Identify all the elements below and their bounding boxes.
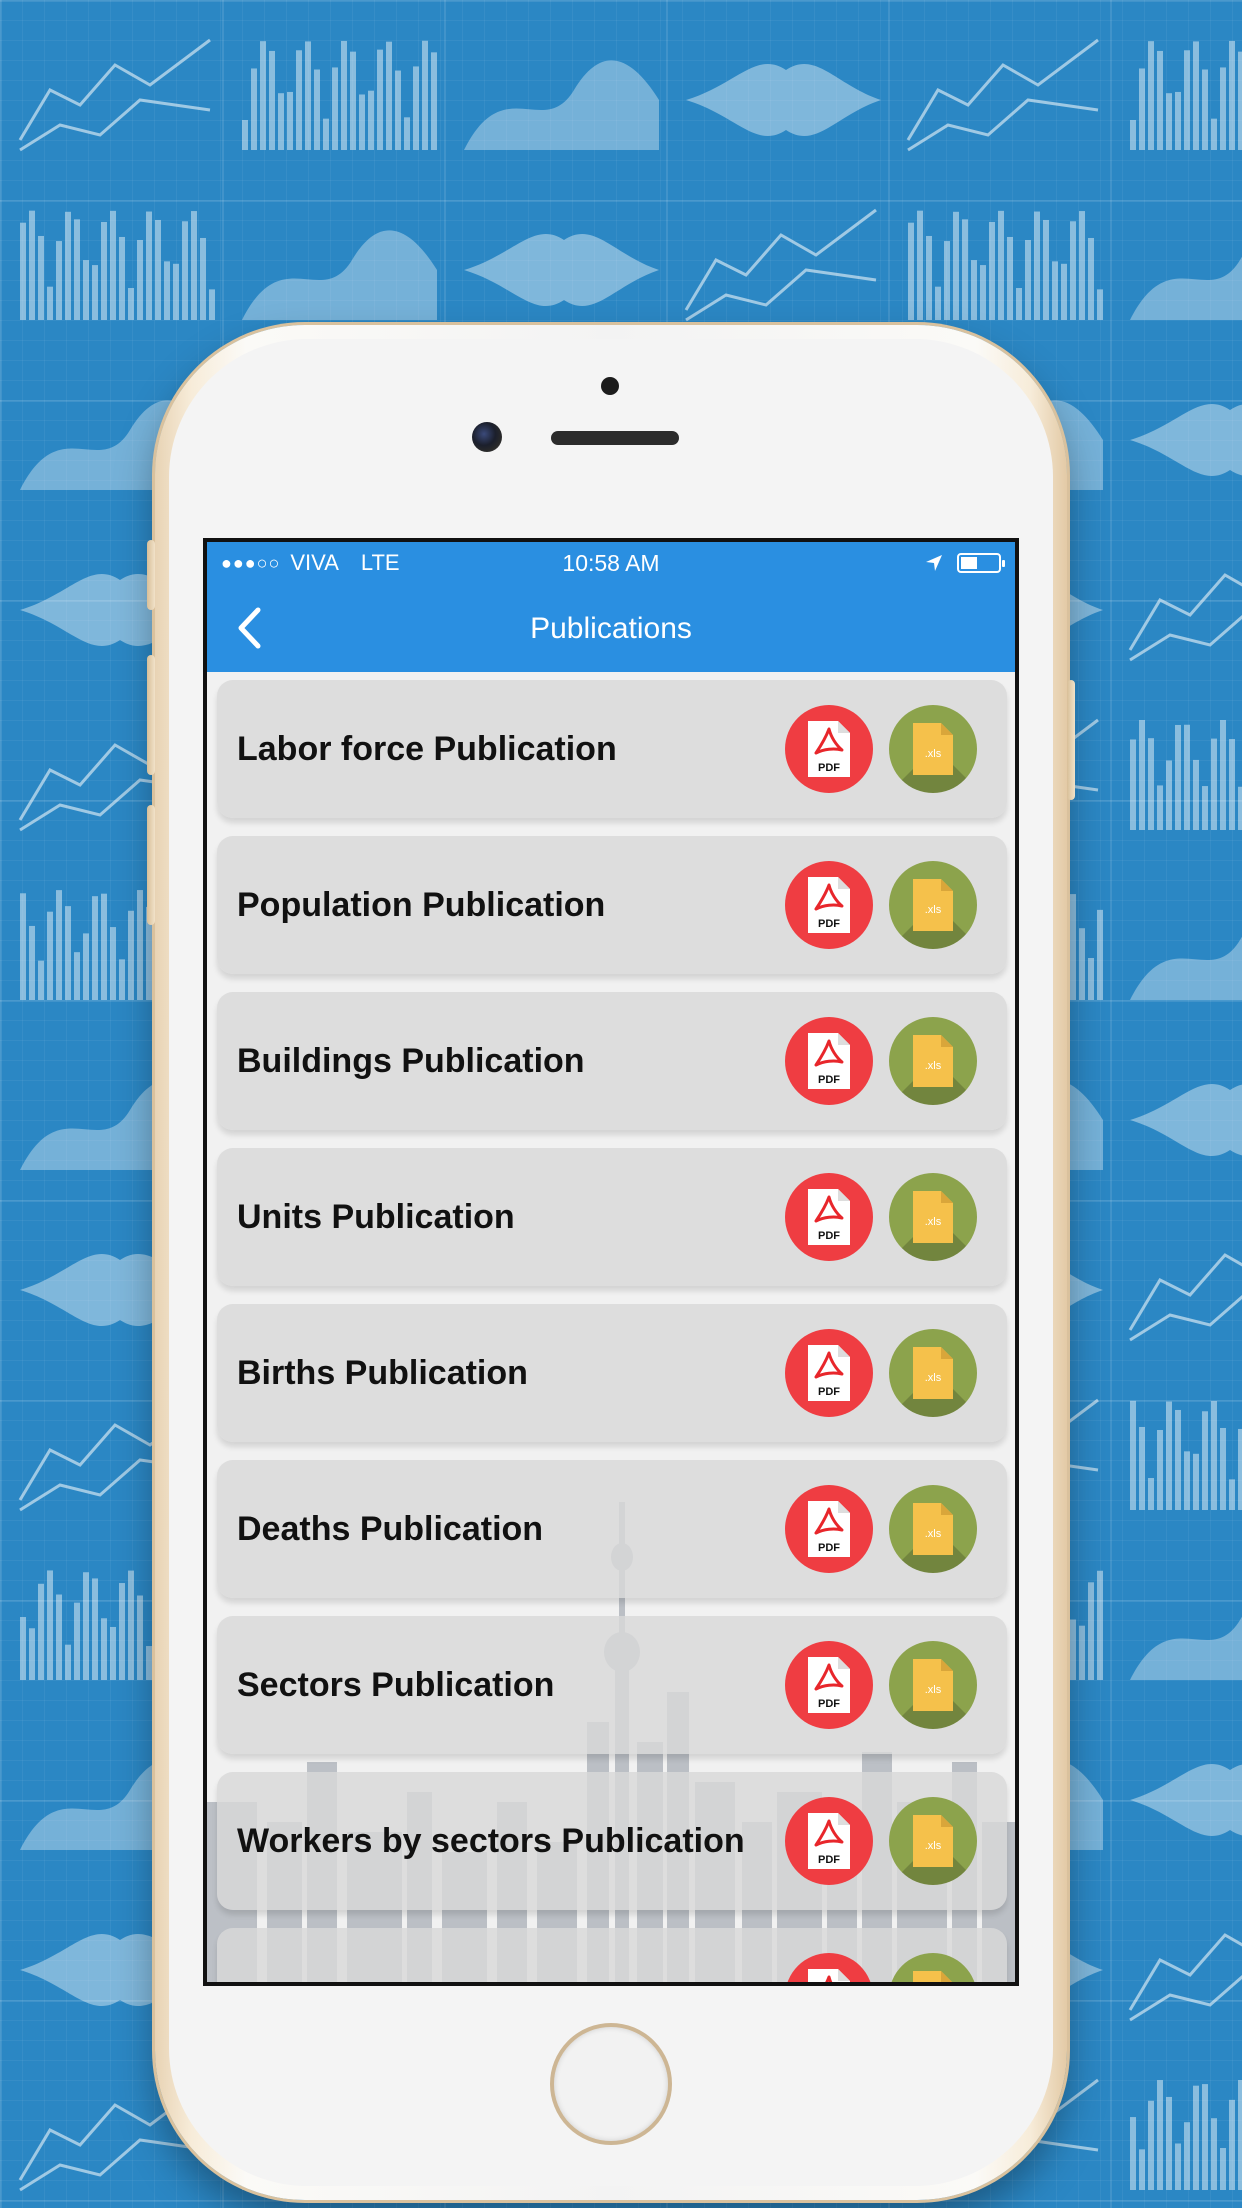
xls-download-button[interactable]: .xls	[889, 861, 977, 949]
status-bar: ●●●○○ VIVA LTE 10:58 AM	[207, 542, 1015, 584]
xls-download-button[interactable]: .xls	[889, 1797, 977, 1885]
pdf-download-button[interactable]: PDF	[785, 1953, 873, 1982]
pdf-download-button[interactable]: PDF	[785, 861, 873, 949]
publication-row[interactable]: Marital Status Publication - PDF .xls	[217, 1928, 1007, 1982]
xls-icon: .xls	[913, 1659, 953, 1711]
publication-row[interactable]: Deaths Publication PDF .xls	[217, 1460, 1007, 1598]
xls-icon: .xls	[913, 1971, 952, 1982]
location-arrow-icon	[926, 555, 942, 571]
publication-row[interactable]: Sectors Publication PDF .xls	[217, 1616, 1007, 1754]
pdf-download-button[interactable]: PDF	[785, 1641, 873, 1729]
publication-row[interactable]: Labor force Publication PDF .xls	[217, 680, 1007, 818]
xls-icon: .xls	[913, 1035, 953, 1087]
pdf-icon: PDF	[808, 1501, 850, 1557]
mute-switch	[147, 540, 155, 610]
xls-icon: .xls	[913, 1347, 953, 1399]
pdf-icon: PDF	[808, 1189, 850, 1245]
xls-icon: .xls	[913, 1815, 953, 1867]
publication-row[interactable]: Workers by sectors Publication PDF .xls	[217, 1772, 1007, 1910]
pdf-download-button[interactable]: PDF	[785, 1797, 873, 1885]
pdf-label: PDF	[818, 1230, 840, 1242]
home-button[interactable]	[550, 2023, 672, 2145]
pdf-label: PDF	[818, 1074, 840, 1086]
xls-label: .xls	[925, 1840, 942, 1852]
pdf-label: PDF	[818, 918, 840, 930]
earpiece-speaker	[551, 431, 679, 445]
phone-screen: ●●●○○ VIVA LTE 10:58 AM Publications Lab…	[203, 538, 1019, 1986]
pdf-icon: PDF	[808, 1969, 850, 1982]
pdf-icon: PDF	[808, 721, 850, 777]
xls-icon: .xls	[913, 723, 953, 775]
xls-download-button[interactable]: .xls	[889, 1485, 977, 1573]
publication-title: Population Publication	[237, 886, 606, 924]
pdf-download-button[interactable]: PDF	[785, 1173, 873, 1261]
publication-title: Units Publication	[237, 1198, 515, 1236]
publications-list[interactable]: Labor force Publication PDF .xls Population…	[207, 672, 1015, 1982]
publication-title: Buildings Publication	[237, 1042, 585, 1080]
pdf-icon: PDF	[808, 1657, 850, 1713]
xls-label: .xls	[925, 1528, 942, 1540]
page-title: Publications	[530, 612, 692, 645]
app-screen: ●●●○○ VIVA LTE 10:58 AM Publications Lab…	[207, 542, 1015, 1982]
publication-title: Marital Status Publication -	[237, 1977, 777, 1982]
navigation-bar: Publications	[207, 584, 1015, 672]
xls-download-button[interactable]: .xls	[889, 1953, 977, 1982]
publication-row[interactable]: Births Publication PDF .xls	[217, 1304, 1007, 1442]
front-camera	[472, 422, 502, 452]
battery-level	[961, 557, 977, 569]
phone-frame: ●●●○○ VIVA LTE 10:58 AM Publications Lab…	[147, 325, 1075, 2200]
pdf-label: PDF	[818, 1854, 840, 1866]
xls-icon: .xls	[913, 879, 953, 931]
status-right	[925, 553, 1005, 573]
publication-title: Deaths Publication	[237, 1510, 544, 1548]
pdf-download-button[interactable]: PDF	[785, 1017, 873, 1105]
pdf-download-button[interactable]: PDF	[785, 1485, 873, 1573]
xls-download-button[interactable]: .xls	[889, 1173, 977, 1261]
xls-icon: .xls	[913, 1191, 953, 1243]
pdf-download-button[interactable]: PDF	[785, 705, 873, 793]
publication-title: Births Publication	[237, 1354, 528, 1392]
pdf-download-button[interactable]: PDF	[785, 1329, 873, 1417]
proximity-sensor	[601, 377, 619, 395]
publication-title: Sectors Publication	[237, 1666, 555, 1704]
xls-icon: .xls	[913, 1503, 953, 1555]
xls-label: .xls	[925, 748, 942, 760]
publication-row[interactable]: Units Publication PDF .xls	[217, 1148, 1007, 1286]
xls-download-button[interactable]: .xls	[889, 1017, 977, 1105]
xls-label: .xls	[925, 1060, 942, 1072]
pdf-icon: PDF	[808, 1033, 850, 1089]
publication-row[interactable]: Buildings Publication PDF .xls	[217, 992, 1007, 1130]
pdf-icon: PDF	[808, 1345, 850, 1401]
publication-title: Labor force Publication	[237, 730, 617, 768]
volume-up-button	[147, 655, 155, 775]
xls-download-button[interactable]: .xls	[889, 1329, 977, 1417]
xls-label: .xls	[925, 904, 942, 916]
xls-label: .xls	[925, 1684, 942, 1696]
publication-row[interactable]: Population Publication PDF .xls	[217, 836, 1007, 974]
xls-label: .xls	[925, 1372, 942, 1384]
pdf-label: PDF	[818, 1542, 840, 1554]
volume-down-button	[147, 805, 155, 925]
pdf-icon: PDF	[808, 1813, 850, 1869]
xls-download-button[interactable]: .xls	[889, 705, 977, 793]
battery-icon	[957, 553, 1005, 573]
xls-download-button[interactable]: .xls	[889, 1641, 977, 1729]
pdf-icon: PDF	[808, 877, 850, 933]
pdf-label: PDF	[818, 762, 840, 774]
xls-label: .xls	[925, 1216, 942, 1228]
pdf-label: PDF	[818, 1386, 840, 1398]
publication-title: Workers by sectors Publication	[237, 1822, 745, 1860]
power-button	[1067, 680, 1075, 800]
status-time: 10:58 AM	[562, 549, 660, 576]
pdf-label: PDF	[818, 1698, 840, 1710]
